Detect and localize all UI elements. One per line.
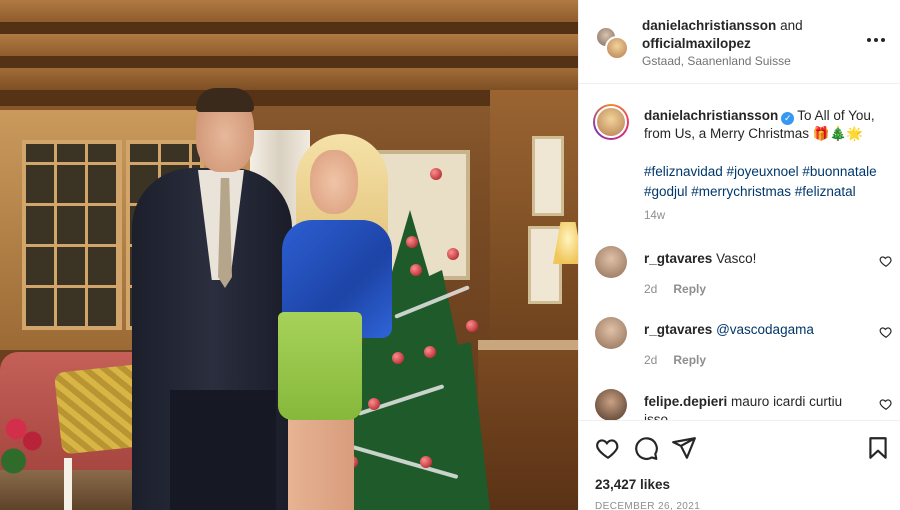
avatar[interactable] [595,246,627,278]
comment-icon[interactable] [633,435,659,461]
comment-body: r_gtavares Vasco! [644,250,864,268]
picture-frame [528,226,562,304]
post-header: danielachristiansson and officialmaxilop… [579,0,900,84]
roses [0,405,54,485]
comment-meta: 2d Reply [644,282,706,296]
ceiling-beam [0,22,578,34]
ornament [420,456,432,468]
avatar-image [595,106,627,138]
comment-body: r_gtavares @vascodagama [644,321,864,339]
comment-mention[interactable]: @vascodagama [716,322,814,337]
ornament [392,352,404,364]
avatar[interactable] [595,317,627,349]
man-hair [196,88,254,112]
dot [874,38,878,42]
caption-avatar[interactable] [593,104,629,140]
comment-username[interactable]: r_gtavares [644,322,712,337]
ornament [368,398,380,410]
post-actions: 23,427 likes DECEMBER 26, 2021 [579,420,900,510]
picture-frame [532,136,564,216]
comment-text: Vasco! [716,251,757,266]
comment-time: 2d [644,282,658,296]
reply-button[interactable]: Reply [673,282,706,296]
ornament [466,320,478,332]
caption-timestamp: 14w [644,210,666,222]
heart-icon[interactable] [879,254,893,268]
bookmark-icon[interactable] [865,435,891,461]
ornament [424,346,436,358]
window-left [22,140,122,330]
man-legs [170,390,276,510]
woman-face [310,150,358,214]
wall-right [490,90,578,350]
ornament [447,248,459,260]
avatar[interactable] [595,389,627,421]
post-photo[interactable] [0,0,578,510]
comment-time: 2d [644,353,658,367]
candle [64,458,72,510]
comment-username[interactable]: felipe.depieri [644,394,727,409]
dot [881,38,885,42]
post-location[interactable]: Gstaad, Saanenland Suisse [642,54,791,68]
comment-username[interactable]: r_gtavares [644,251,712,266]
paper-plane-icon[interactable] [671,435,697,461]
reply-button[interactable]: Reply [673,353,706,367]
comment: r_gtavares Vasco! 2d Reply [593,246,893,306]
post-date: DECEMBER 26, 2021 [595,501,701,510]
coauthor-username[interactable]: officialmaxilopez [642,36,751,51]
cabinet [478,340,578,510]
ornament [430,168,442,180]
ceiling [0,34,578,56]
dot [867,38,871,42]
like-count[interactable]: 23,427 likes [595,477,670,492]
caption-username[interactable]: danielachristiansson [644,108,778,123]
ceiling [0,68,578,90]
post-sidebar: danielachristiansson and officialmaxilop… [578,0,900,510]
avatar[interactable] [605,36,629,60]
verified-badge-icon: ✓ [781,112,795,125]
comment: r_gtavares @vascodagama 2d Reply [593,317,893,377]
ceiling-beam [0,56,578,68]
caption-text-block: danielachristiansson ✓ To All of You, from… [644,107,894,143]
woman-skirt [278,312,362,420]
ornament [406,236,418,248]
author-connector: and [780,18,803,33]
woman-legs [288,418,354,510]
heart-icon[interactable] [595,435,621,461]
ornament [410,264,422,276]
caption-hashtags[interactable]: #feliznavidad #joyeuxnoel #buonnatale #g… [644,162,894,202]
more-options-icon[interactable] [867,34,887,46]
heart-icon[interactable] [879,397,893,411]
comment-meta: 2d Reply [644,353,706,367]
heart-icon[interactable] [879,325,893,339]
coauthor-avatars[interactable] [595,26,629,60]
post-authors: danielachristiansson and officialmaxilop… [642,17,862,53]
author-username[interactable]: danielachristiansson [642,18,776,33]
ceiling [0,0,578,22]
